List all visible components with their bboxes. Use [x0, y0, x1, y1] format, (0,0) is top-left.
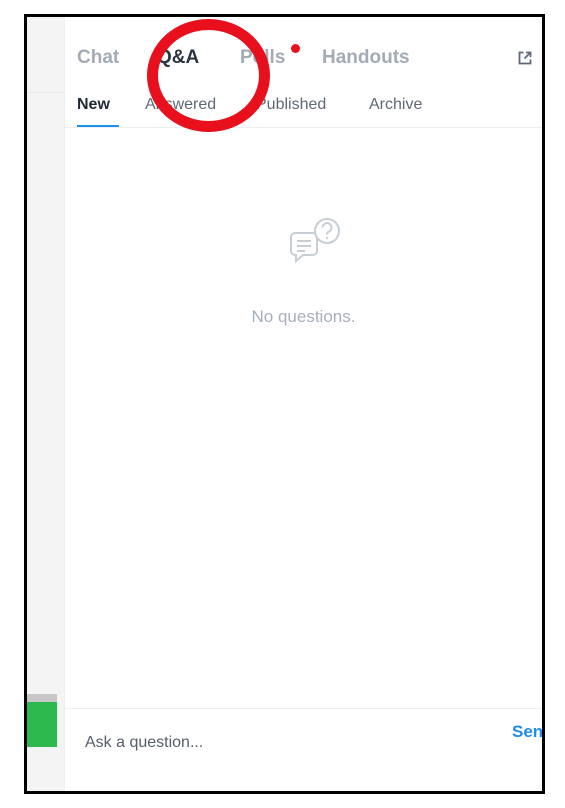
subtab-published[interactable]: Published — [256, 96, 326, 114]
green-action-button-edge[interactable] — [27, 702, 57, 747]
subtab-answered[interactable]: Answered — [145, 96, 216, 114]
polls-notification-dot — [291, 44, 300, 53]
chevron-down-icon[interactable] — [542, 52, 545, 64]
app-frame: Chat Q&A Polls Handouts New Answered Pub… — [24, 14, 545, 794]
tab-chat[interactable]: Chat — [77, 47, 119, 69]
send-button[interactable]: Send — [512, 722, 542, 742]
side-panel: Chat Q&A Polls Handouts New Answered Pub… — [64, 17, 542, 791]
divider — [27, 694, 57, 702]
popout-icon[interactable] — [517, 50, 533, 66]
tab-polls[interactable]: Polls — [240, 47, 285, 69]
question-chat-icon — [290, 218, 340, 264]
tab-handouts[interactable]: Handouts — [322, 47, 410, 69]
divider — [65, 708, 542, 709]
ask-question-input[interactable] — [85, 731, 435, 755]
main-content-edge — [27, 17, 64, 791]
subtab-new[interactable]: New — [77, 96, 110, 114]
tab-qa[interactable]: Q&A — [157, 47, 199, 69]
empty-state-text: No questions. — [251, 307, 356, 326]
subtab-archive[interactable]: Archive — [369, 96, 422, 114]
divider — [27, 92, 64, 93]
divider — [65, 127, 542, 128]
